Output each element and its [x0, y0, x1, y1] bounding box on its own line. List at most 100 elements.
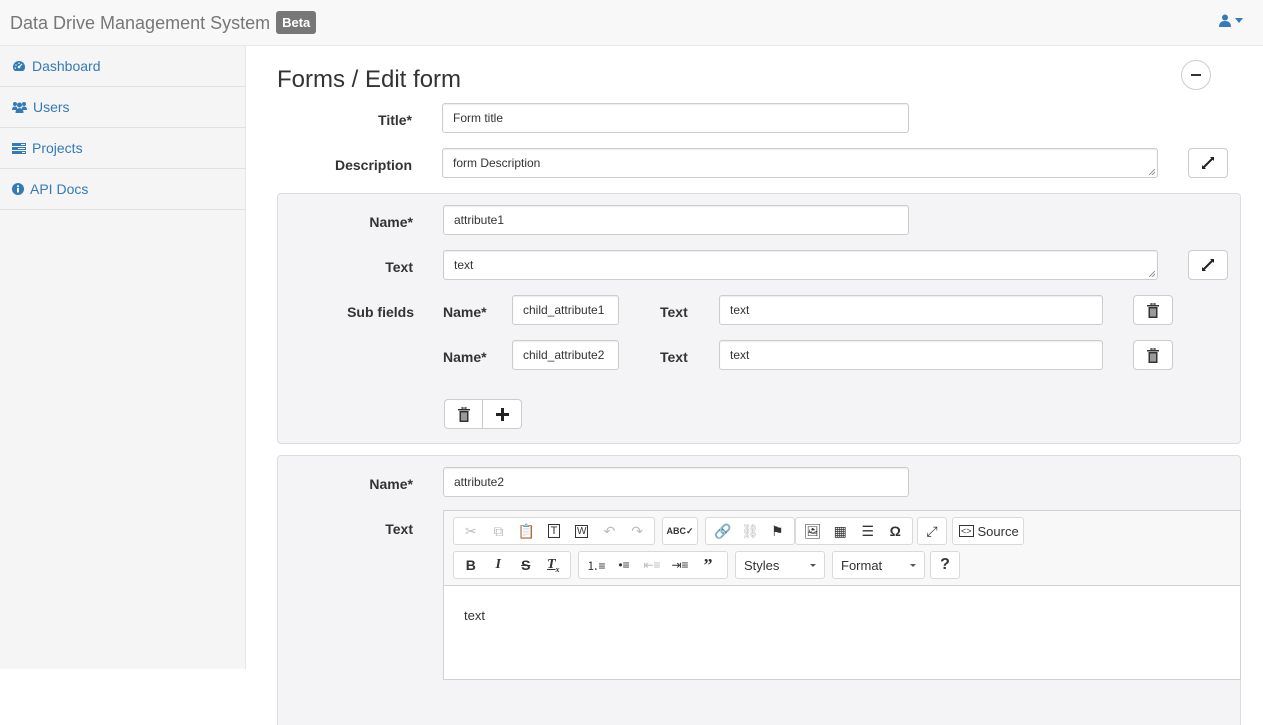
- description-textarea[interactable]: form Description: [442, 148, 1158, 178]
- beta-badge: Beta: [276, 11, 317, 34]
- image-icon: 🖼: [803, 522, 822, 539]
- chevron-down-icon: [810, 563, 816, 567]
- italic-button[interactable]: I: [485, 553, 513, 577]
- user-icon: [1219, 14, 1231, 27]
- cut-icon: ✂: [464, 522, 477, 539]
- paste-word-button[interactable]: W: [568, 519, 596, 543]
- delete-subfield-button[interactable]: [1133, 295, 1173, 325]
- collapse-button[interactable]: [1181, 60, 1211, 90]
- toolbar-group-basicstyles: B I S Tx: [453, 551, 571, 579]
- undo-button[interactable]: ↶: [596, 519, 624, 543]
- spellcheck-button[interactable]: ABC✓: [666, 519, 694, 543]
- expand-description-button[interactable]: [1188, 148, 1228, 178]
- attribute-text-textarea[interactable]: text: [443, 250, 1158, 280]
- toolbar-group-links: 🔗 ⛓ ⚑: [705, 517, 795, 545]
- expand-icon: [1202, 259, 1214, 271]
- source-button[interactable]: <> Source: [959, 519, 1019, 543]
- add-subfield-button[interactable]: [483, 399, 522, 429]
- bulleted-list-icon: •≡: [618, 558, 630, 572]
- redo-icon: ↷: [631, 522, 644, 539]
- attribute-name-input[interactable]: attribute2: [443, 467, 909, 497]
- sidebar-item-label: Projects: [32, 140, 83, 156]
- undo-icon: ↶: [603, 522, 616, 539]
- attribute-text-label: Text: [385, 259, 413, 275]
- sidebar-item-api-docs[interactable]: API Docs: [0, 169, 245, 210]
- outdent-icon: ⇤≡: [643, 558, 661, 572]
- unlink-button[interactable]: ⛓: [736, 519, 763, 543]
- styles-label: Styles: [744, 557, 780, 573]
- user-menu-dropdown[interactable]: [1219, 14, 1243, 27]
- table-button[interactable]: ▦: [827, 519, 855, 543]
- paste-text-button[interactable]: T: [540, 519, 568, 543]
- help-button[interactable]: ?: [940, 556, 950, 574]
- attribute-name-input[interactable]: attribute1: [443, 205, 909, 235]
- outdent-button[interactable]: ⇤≡: [638, 553, 666, 577]
- numbered-list-button[interactable]: ⒈≡: [582, 553, 610, 577]
- trash-icon: [1147, 347, 1159, 363]
- special-char-button[interactable]: Ω: [882, 519, 910, 543]
- remove-format-button[interactable]: Tx: [540, 553, 568, 577]
- flag-icon: ⚑: [771, 522, 784, 539]
- subfield-name-input[interactable]: child_attribute1: [512, 295, 619, 325]
- styles-dropdown[interactable]: Styles: [735, 551, 825, 579]
- image-button[interactable]: 🖼: [799, 519, 827, 543]
- unlink-icon: ⛓: [741, 522, 759, 539]
- sidebar-item-users[interactable]: Users: [0, 87, 245, 128]
- sidebar-item-dashboard[interactable]: Dashboard: [0, 46, 245, 87]
- bulleted-list-button[interactable]: •≡: [610, 553, 638, 577]
- italic-icon: I: [495, 557, 501, 572]
- link-button[interactable]: 🔗: [709, 519, 736, 543]
- toolbar-group-insert: 🖼 ▦ ☰ Ω: [795, 517, 913, 545]
- source-icon: <>: [959, 525, 974, 537]
- top-navbar: Data Drive Management System Beta: [0, 0, 1263, 46]
- horizontal-rule-button[interactable]: ☰: [854, 519, 882, 543]
- omega-icon: Ω: [889, 523, 901, 539]
- horizontal-rule-icon: ☰: [861, 522, 875, 539]
- chevron-down-icon: [910, 563, 916, 567]
- dashboard-icon: [13, 61, 25, 71]
- attribute-text-label: Text: [385, 521, 413, 537]
- users-icon: [12, 102, 27, 113]
- indent-icon: ⇥≡: [671, 558, 689, 572]
- strike-button[interactable]: S: [512, 553, 540, 577]
- info-circle-icon: [12, 183, 24, 195]
- bold-button[interactable]: B: [457, 553, 485, 577]
- brand[interactable]: Data Drive Management System Beta: [10, 11, 317, 34]
- redo-button[interactable]: ↷: [623, 519, 651, 543]
- sidebar-item-label: Users: [33, 99, 70, 115]
- bold-icon: B: [465, 557, 476, 573]
- subfield-text-label: Text: [660, 349, 688, 365]
- brand-title: Data Drive Management System: [10, 13, 271, 33]
- attribute-actions: [444, 399, 522, 429]
- subfields-label: Sub fields: [347, 304, 414, 320]
- format-dropdown[interactable]: Format: [832, 551, 925, 579]
- maximize-button[interactable]: ⤢: [921, 519, 943, 543]
- indent-button[interactable]: ⇥≡: [666, 553, 694, 577]
- paste-button[interactable]: 📋: [512, 519, 540, 543]
- delete-attribute-button[interactable]: [444, 399, 483, 429]
- delete-subfield-button[interactable]: [1133, 340, 1173, 370]
- paste-text-icon: T: [547, 524, 561, 538]
- trash-icon: [1147, 302, 1159, 318]
- copy-button[interactable]: ⧉: [485, 519, 513, 543]
- sidebar-item-projects[interactable]: Projects: [0, 128, 245, 169]
- subfield-text-input[interactable]: text: [719, 340, 1103, 370]
- maximize-icon: ⤢: [926, 522, 938, 539]
- title-input[interactable]: Form title: [442, 103, 909, 133]
- expand-text-button[interactable]: [1188, 250, 1228, 280]
- minus-icon: [1191, 74, 1201, 76]
- editor-content[interactable]: text: [444, 586, 1240, 645]
- format-label: Format: [841, 557, 883, 573]
- chevron-down-icon: [1235, 18, 1243, 23]
- blockquote-button[interactable]: ”: [694, 553, 722, 577]
- subfield-name-input[interactable]: child_attribute2: [512, 340, 619, 370]
- cut-button[interactable]: ✂: [457, 519, 485, 543]
- toolbar-group-paragraph: ⒈≡ •≡ ⇤≡ ⇥≡ ”: [578, 551, 728, 579]
- toolbar-group-clipboard: ✂ ⧉ 📋 T W ↶ ↷: [453, 517, 655, 545]
- attribute-panel-1: Name* attribute1 Text text Sub fields Na…: [277, 193, 1241, 444]
- subfield-text-input[interactable]: text: [719, 295, 1103, 325]
- sidebar-item-label: Dashboard: [32, 58, 101, 74]
- strikethrough-icon: S: [521, 557, 531, 573]
- anchor-button[interactable]: ⚑: [764, 519, 791, 543]
- subfield-text-label: Text: [660, 304, 688, 320]
